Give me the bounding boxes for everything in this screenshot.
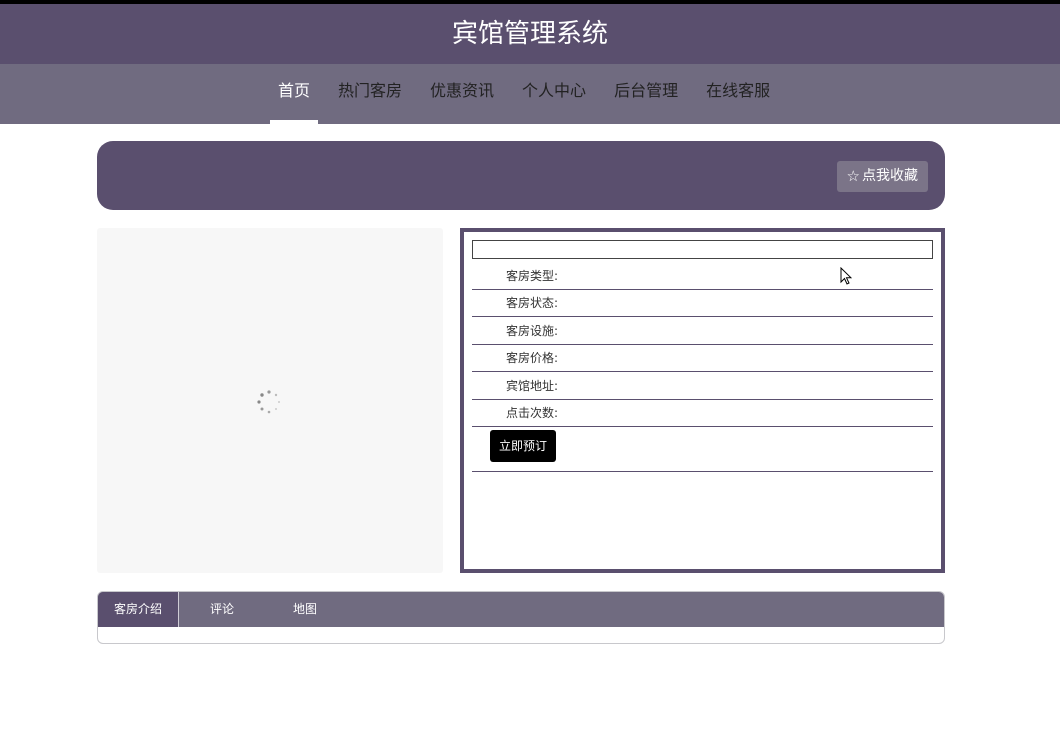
favorite-button[interactable]: ☆ 点我收藏	[836, 161, 928, 192]
site-header: 宾馆管理系统	[0, 4, 1060, 64]
nav-item-admin[interactable]: 后台管理	[614, 64, 678, 124]
tab-map[interactable]: 地图	[293, 592, 317, 627]
nav-item-personal-center[interactable]: 个人中心	[522, 64, 586, 124]
tab-comments[interactable]: 评论	[210, 592, 234, 627]
tab-bar: 客房介绍 评论 地图	[98, 592, 944, 627]
field-room-type: 客房类型:	[472, 263, 933, 290]
field-room-status: 客房状态:	[472, 290, 933, 317]
star-outline-icon: ☆	[846, 167, 860, 185]
field-click-count: 点击次数:	[472, 400, 933, 427]
field-room-facilities: 客房设施:	[472, 318, 933, 345]
room-banner: ☆ 点我收藏	[97, 141, 945, 210]
loading-spinner-icon	[257, 390, 280, 414]
nav-item-hot-rooms[interactable]: 热门客房	[338, 64, 402, 124]
main-nav: 首页 热门客房 优惠资讯 个人中心 后台管理 在线客服	[0, 64, 1060, 124]
room-image-panel	[97, 228, 443, 573]
field-hotel-address: 宾馆地址:	[472, 373, 933, 400]
mouse-cursor-icon	[840, 267, 852, 285]
favorite-label: 点我收藏	[862, 168, 918, 184]
tab-room-intro[interactable]: 客房介绍	[98, 592, 179, 627]
room-info-panel: 客房类型: 客房状态: 客房设施: 客房价格: 宾馆地址: 点击次数: 立即预订	[460, 228, 945, 573]
nav-item-promotions[interactable]: 优惠资讯	[430, 64, 494, 124]
site-title: 宾馆管理系统	[451, 19, 608, 49]
book-row: 立即预订	[472, 428, 933, 472]
nav-item-home[interactable]: 首页	[270, 64, 319, 124]
detail-tabs-panel: 客房介绍 评论 地图	[97, 591, 945, 644]
room-title	[472, 240, 933, 259]
nav-item-online-service[interactable]: 在线客服	[706, 64, 770, 124]
book-now-button[interactable]: 立即预订	[490, 430, 557, 462]
field-room-price: 客房价格:	[472, 345, 933, 372]
